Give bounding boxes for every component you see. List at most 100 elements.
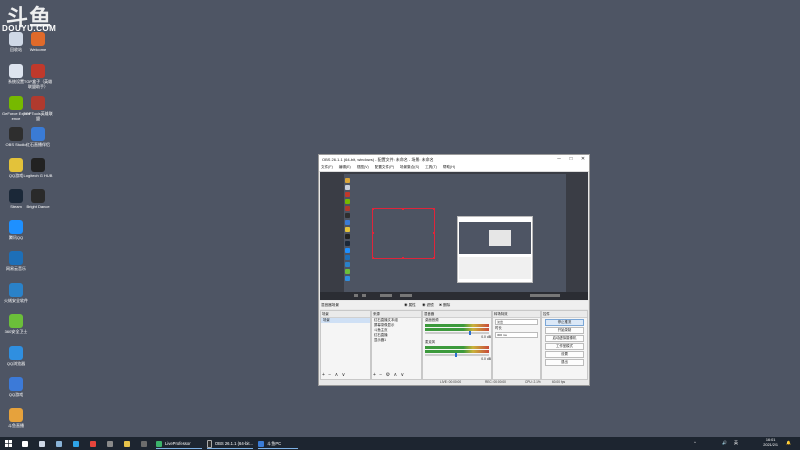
duration-input[interactable]: 300 ms [495,332,538,338]
volume-icon[interactable]: 🔊 [722,440,727,445]
settings-button[interactable]: 设置 [545,351,584,358]
studio-mode-button[interactable]: 工作室模式 [545,343,584,350]
desktop-icon[interactable]: QQ游戏 [1,377,31,397]
source-toolbar-label: 混音器场景 [321,303,339,307]
desktop-icon[interactable]: TGP盒子（英雄联盟助手） [23,64,53,89]
transitions-header: 转场特效 [493,311,540,318]
volume-slider[interactable] [425,353,489,357]
taskbar-window-title: 斗鱼PC [267,440,282,446]
scene-item[interactable]: 场景 [321,318,370,323]
obs-title-bar[interactable]: OBS 26.1.1 (64-bit, windows) - 配置文件: 未命名… [319,155,589,164]
preview-taskbar-capture [320,292,588,300]
app-icon [9,220,23,234]
sources-footer[interactable]: + − ⚙ ∧ ∨ [373,372,405,378]
source-item[interactable]: 显示器1 [372,338,421,343]
desktop-icon-label: QQ浏览器 [6,361,26,366]
mixer-track-db: 0.0 dB [481,357,491,361]
menu-profile[interactable]: 配置文件(P) [375,165,394,170]
taskbar-pinned-app2-icon[interactable] [141,439,147,448]
desktop-icon-label: 腾讯QQ [8,235,24,240]
desktop-icon-label: TGP盒子（英雄联盟助手） [23,79,53,89]
taskbar-window-douyu[interactable]: 斗鱼PC [258,439,298,449]
desktop-icon[interactable]: Logitech G HUB [23,158,53,178]
stop-streaming-button[interactable]: 停止推流 [545,319,584,326]
obs-window[interactable]: OBS 26.1.1 (64-bit, windows) - 配置文件: 未命名… [318,154,590,386]
controls-header: 控件 [542,311,587,318]
desktop-icon[interactable]: QQ浏览器 [1,346,31,366]
mixer-track-name: 桌面音频 [425,318,439,322]
app-icon [9,127,23,141]
app-icon [9,64,23,78]
taskbar-pinned-chrome-icon[interactable] [90,439,96,448]
volume-meter [425,328,489,331]
menu-tools[interactable]: 工具(T) [425,165,437,170]
volume-meter [425,324,489,327]
app-icon [31,96,45,110]
app-icon [9,251,23,265]
delete-button[interactable]: ✖ 删除 [439,303,450,308]
virtual-camera-button[interactable]: 启动虚拟摄像机 [545,335,584,342]
scenes-footer[interactable]: + − ∧ ∨ [322,372,346,378]
ime-icon[interactable]: 英 [734,440,738,446]
preview-canvas [344,174,566,298]
desktop-icon-label: 斗鱼直播 [8,423,24,428]
properties-button[interactable]: ◉ 属性 [404,303,416,308]
close-button[interactable]: ✕ [577,155,589,164]
nested-obs-capture [457,216,533,283]
obs-docks: 场景 场景 + − ∧ ∨ 来源 红石直播文本组 屏幕录像显示 斗鱼主页 红石直… [320,310,588,380]
desktop-icon[interactable]: 红石直播伴侣 [23,127,53,147]
taskbar-pinned-search-icon[interactable] [22,439,28,448]
obs-title: OBS 26.1.1 (64-bit, windows) - 配置文件: 未命名… [322,156,434,162]
volume-slider[interactable] [425,331,489,335]
taskbar-window-title: OBS 26.1.1 (64-bit... [214,441,253,446]
start-recording-button[interactable]: 开始录制 [545,327,584,334]
sources-header: 来源 [372,311,421,318]
desktop-icon[interactable]: TGPTools英雄联盟 [23,96,53,121]
taskbar-clock[interactable]: 16:01 2021/2/1 [763,438,778,448]
menu-view[interactable]: 视图(V) [357,165,369,170]
taskbar-window-obs[interactable]: OBS 26.1.1 (64-bit... [207,439,253,449]
app-icon [9,32,23,46]
tray-overflow-icon[interactable]: ^ [694,440,696,445]
menu-help[interactable]: 帮助(H) [443,165,455,170]
desktop-icon-label: 红石直播伴侣 [26,142,50,147]
taskbar-pinned-edge-icon[interactable] [73,439,79,448]
taskbar-pinned-steam-icon[interactable] [56,439,62,448]
taskbar-pinned-app-icon[interactable] [107,439,113,448]
menu-file[interactable]: 文件(F) [321,165,333,170]
desktop-icon[interactable]: Bright Dance [23,189,53,209]
scenes-header: 场景 [321,311,370,318]
minimize-button[interactable]: ─ [553,155,565,164]
taskbar-pinned-explorer-icon[interactable] [124,439,130,448]
desktop-icon[interactable]: Welcome [23,32,53,52]
desktop-icon-label: 网易云音乐 [6,266,26,271]
transition-select[interactable]: 淡出 [495,319,538,325]
status-rec: REC: 00:00:00 [485,380,506,384]
obs-preview[interactable] [320,172,588,300]
liveprofessor-icon [156,440,162,447]
start-button[interactable] [5,439,12,448]
desktop-icon[interactable]: 腾讯QQ [1,220,31,240]
desktop-icon[interactable]: 360安全卫士 [1,314,31,334]
exit-button[interactable]: 退出 [545,359,584,366]
taskbar-window-liveprofessor[interactable]: LiveProfessor [156,439,202,449]
taskbar-pinned-task-view-icon[interactable] [39,439,45,448]
desktop-icon-label: Logitech G HUB [23,173,53,178]
filters-button[interactable]: ◉ 滤镜 [422,303,434,308]
desktop-icon[interactable]: 网易云音乐 [1,251,31,271]
desktop-icon[interactable]: 火绒安全软件 [1,283,31,303]
mixer-dock: 混音器 桌面音频 0.0 dB 麦克风 0.0 dB [422,310,492,380]
menu-edit[interactable]: 编辑(E) [339,165,351,170]
menu-scene-collection[interactable]: 场景集合(S) [400,165,419,170]
maximize-button[interactable]: □ [565,155,577,164]
source-toolbar: 混音器场景 ◉ 属性 ◉ 滤镜 ✖ 删除 [320,301,588,309]
transitions-dock: 转场特效 淡出 时长 300 ms [492,310,541,380]
app-icon [9,408,23,422]
sources-dock: 来源 红石直播文本组 屏幕录像显示 斗鱼主页 红石直播 显示器1 + − ⚙ ∧… [371,310,422,380]
desktop-icon[interactable]: 斗鱼直播 [1,408,31,428]
notification-icon[interactable]: 🔔 [786,440,791,445]
app-icon [9,283,23,297]
desktop-icon-label: TGPTools英雄联盟 [23,111,53,121]
douyu-icon [258,440,264,447]
selected-source-bounds[interactable] [372,208,435,259]
